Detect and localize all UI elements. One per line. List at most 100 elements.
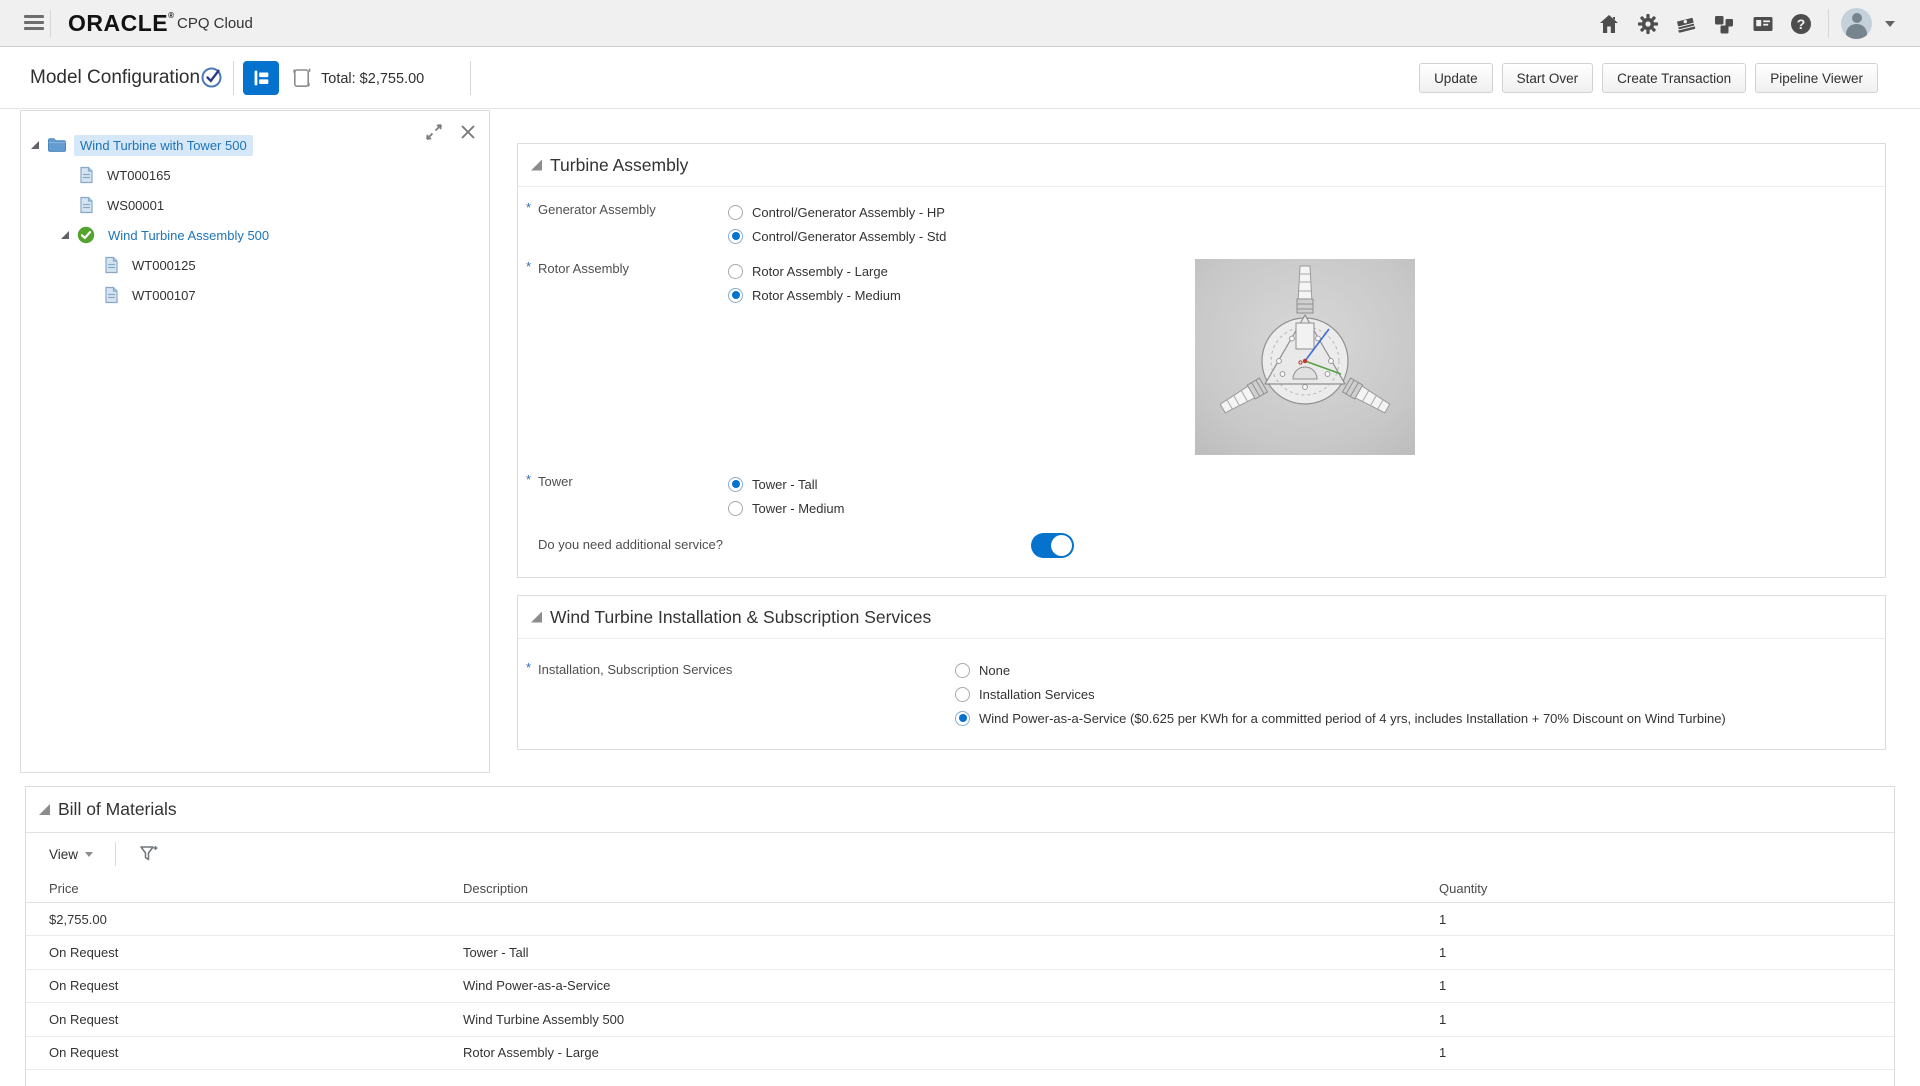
tree-item-ws00001[interactable]: WS00001 [21, 190, 489, 220]
tree-expander-icon[interactable] [31, 141, 39, 149]
divider [1828, 9, 1829, 38]
bom-table-header: PriceDescriptionQuantity [26, 875, 1894, 903]
radio-option[interactable]: Tower - Medium [728, 496, 844, 520]
svg-text:?: ? [1797, 16, 1806, 32]
pricing-money-icon[interactable] [1673, 11, 1699, 37]
table-row: $2,755.001 [26, 903, 1894, 936]
radio-selected-icon[interactable] [728, 477, 743, 492]
required-asterisk: * [526, 660, 531, 675]
collapse-triangle-icon[interactable] [531, 160, 542, 171]
chevron-down-icon [1885, 21, 1895, 27]
radio-option[interactable]: Tower - Tall [728, 472, 844, 496]
config-toolbar: Model Configuration Total: $2,755.00 Upd… [0, 48, 1920, 109]
tree-item-label[interactable]: Wind Turbine with Tower 500 [74, 135, 253, 156]
tree-item-label[interactable]: WT000107 [126, 285, 202, 306]
bom-table-body: $2,755.001On RequestTower - Tall1On Requ… [26, 903, 1894, 1070]
divider [233, 61, 234, 95]
field-label: *Rotor Assembly [538, 261, 738, 276]
radio-unselected-icon[interactable] [955, 663, 970, 678]
home-icon[interactable] [1596, 11, 1622, 37]
pipeline-viewer-button[interactable]: Pipeline Viewer [1755, 63, 1878, 93]
check-circle-icon [77, 226, 95, 244]
radio-unselected-icon[interactable] [955, 687, 970, 702]
required-asterisk: * [526, 472, 531, 487]
section-header: Bill of Materials [26, 787, 1894, 833]
avatar-icon [1841, 8, 1872, 39]
accounts-card-icon[interactable] [1750, 11, 1776, 37]
section-title: Turbine Assembly [550, 155, 688, 176]
tree-item-label[interactable]: WT000165 [101, 165, 177, 186]
radio-group-installation: NoneInstallation ServicesWind Power-as-a… [955, 658, 1855, 730]
tree-expander-icon[interactable] [61, 231, 69, 239]
table-cell: Wind Power-as-a-Service [463, 978, 1439, 993]
oracle-logo: ORACLE® [68, 10, 175, 37]
table-cell: Tower - Tall [463, 945, 1439, 960]
additional-service-toggle[interactable] [1031, 533, 1074, 558]
create-transaction-button[interactable]: Create Transaction [1602, 63, 1746, 93]
update-button[interactable]: Update [1419, 63, 1493, 93]
radio-unselected-icon[interactable] [728, 501, 743, 516]
radio-selected-icon[interactable] [728, 288, 743, 303]
product-name: CPQ Cloud [177, 15, 253, 32]
radio-group-tower: Tower - TallTower - Medium [728, 472, 844, 520]
page-title: Model Configuration [30, 67, 200, 89]
radio-option[interactable]: Installation Services [955, 682, 1855, 706]
collapse-triangle-icon[interactable] [531, 612, 542, 623]
filter-icon[interactable] [138, 843, 160, 866]
field-label: * Installation, Subscription Services [538, 662, 738, 677]
column-header-quantity: Quantity [1439, 881, 1894, 896]
radio-option[interactable]: Rotor Assembly - Large [728, 259, 901, 283]
table-cell: 1 [1439, 1012, 1894, 1027]
tree-item-wt000107[interactable]: WT000107 [21, 280, 489, 310]
section-header: Wind Turbine Installation & Subscription… [518, 596, 1885, 639]
table-row: On RequestWind Turbine Assembly 5001 [26, 1003, 1894, 1036]
collapse-triangle-icon[interactable] [39, 804, 50, 815]
table-cell: Wind Turbine Assembly 500 [463, 1012, 1439, 1027]
tree-item-label[interactable]: WT000125 [126, 255, 202, 276]
start-over-button[interactable]: Start Over [1502, 63, 1594, 93]
tree-item-label[interactable]: WS00001 [101, 195, 170, 216]
field-label: *Generator Assembly [538, 202, 738, 217]
radio-option[interactable]: Control/Generator Assembly - HP [728, 200, 946, 224]
tree-item-label[interactable]: Wind Turbine Assembly 500 [102, 225, 275, 246]
tree-item-wind-turbine-with-tower-500[interactable]: Wind Turbine with Tower 500 [21, 130, 489, 160]
table-cell: 1 [1439, 978, 1894, 993]
rotor-assembly-image [1195, 259, 1415, 455]
tree-item-wind-turbine-assembly-500[interactable]: Wind Turbine Assembly 500 [21, 220, 489, 250]
radio-option[interactable]: None [955, 658, 1855, 682]
radio-selected-icon[interactable] [728, 229, 743, 244]
section-title: Bill of Materials [58, 799, 177, 820]
table-cell: On Request [49, 945, 463, 960]
app-header: ORACLE® CPQ Cloud [0, 0, 1920, 47]
radio-unselected-icon[interactable] [728, 264, 743, 279]
radio-option[interactable]: Control/Generator Assembly - Std [728, 224, 946, 248]
radio-group-generator-assembly: Control/Generator Assembly - HPControl/G… [728, 200, 946, 248]
radio-selected-icon[interactable] [955, 711, 970, 726]
view-menu-button[interactable]: View [49, 847, 93, 862]
document-icon [79, 166, 94, 184]
radio-option[interactable]: Wind Power-as-a-Service ($0.625 per KWh … [955, 706, 1855, 730]
action-buttons: Update Start Over Create Transaction Pipeli… [1419, 63, 1878, 93]
total-scroll-icon [292, 66, 312, 90]
integrations-blocks-icon[interactable] [1711, 11, 1737, 37]
settings-gear-icon[interactable] [1635, 11, 1661, 37]
table-cell: $2,755.00 [49, 912, 463, 927]
divider [115, 842, 116, 866]
tree-item-wt000165[interactable]: WT000165 [21, 160, 489, 190]
table-cell: Rotor Assembly - Large [463, 1045, 1439, 1060]
model-tree-toggle-button[interactable] [243, 61, 279, 95]
tree-item-wt000125[interactable]: WT000125 [21, 250, 489, 280]
field-label: *Tower [538, 474, 738, 489]
validated-check-icon [200, 65, 224, 89]
divider [470, 61, 471, 95]
radio-option[interactable]: Rotor Assembly - Medium [728, 283, 901, 307]
document-icon [104, 286, 119, 304]
help-icon[interactable]: ? [1788, 11, 1814, 37]
user-avatar[interactable] [1841, 7, 1897, 41]
table-cell: 1 [1439, 1045, 1894, 1060]
table-cell: 1 [1439, 945, 1894, 960]
section-header: Turbine Assembly [518, 144, 1885, 187]
menu-icon[interactable] [24, 15, 44, 31]
bom-toolbar: View [26, 833, 1894, 875]
radio-unselected-icon[interactable] [728, 205, 743, 220]
